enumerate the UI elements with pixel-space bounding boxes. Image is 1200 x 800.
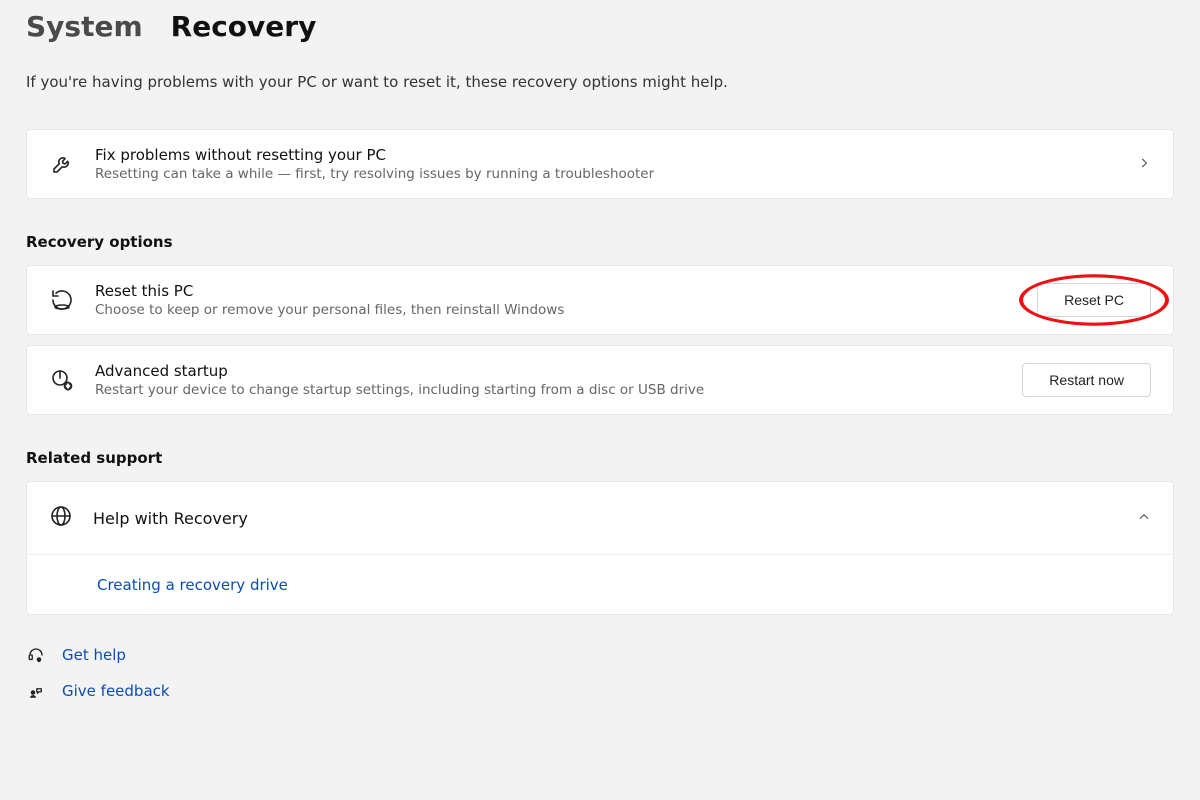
- globe-icon: [49, 504, 73, 532]
- feedback-icon: [26, 681, 46, 701]
- breadcrumb-current: Recovery: [171, 10, 317, 43]
- reset-icon: [49, 287, 75, 313]
- advanced-startup-card: Advanced startup Restart your device to …: [26, 345, 1174, 415]
- restart-now-button[interactable]: Restart now: [1022, 363, 1151, 397]
- breadcrumb-parent[interactable]: System: [26, 10, 143, 43]
- chevron-up-icon: [1137, 509, 1151, 528]
- wrench-icon: [49, 151, 75, 177]
- get-help-row: ? Get help: [26, 645, 1174, 665]
- footer-links: ? Get help Give feedback: [26, 645, 1174, 701]
- headset-icon: ?: [26, 645, 46, 665]
- fix-problems-card[interactable]: Fix problems without resetting your PC R…: [26, 129, 1174, 199]
- help-with-recovery-header[interactable]: Help with Recovery: [27, 482, 1173, 555]
- fix-problems-text: Fix problems without resetting your PC R…: [95, 146, 1117, 182]
- help-with-recovery-title: Help with Recovery: [93, 509, 1117, 528]
- recovery-options-heading: Recovery options: [26, 233, 1174, 251]
- reset-this-pc-desc: Choose to keep or remove your personal f…: [95, 302, 1017, 318]
- give-feedback-row: Give feedback: [26, 681, 1174, 701]
- reset-pc-button[interactable]: Reset PC: [1037, 283, 1151, 317]
- get-help-link[interactable]: Get help: [62, 646, 126, 664]
- give-feedback-link[interactable]: Give feedback: [62, 682, 170, 700]
- chevron-right-icon: [1137, 155, 1151, 174]
- help-with-recovery-block: Help with Recovery Creating a recovery d…: [26, 481, 1174, 615]
- svg-text:?: ?: [38, 658, 40, 662]
- breadcrumb: System Recovery: [26, 10, 1174, 43]
- reset-this-pc-title: Reset this PC: [95, 282, 1017, 300]
- related-support-heading: Related support: [26, 449, 1174, 467]
- help-with-recovery-body: Creating a recovery drive: [27, 555, 1173, 614]
- advanced-startup-desc: Restart your device to change startup se…: [95, 382, 1002, 398]
- fix-problems-title: Fix problems without resetting your PC: [95, 146, 1117, 164]
- advanced-startup-title: Advanced startup: [95, 362, 1002, 380]
- power-gear-icon: [49, 367, 75, 393]
- reset-this-pc-card: Reset this PC Choose to keep or remove y…: [26, 265, 1174, 335]
- creating-recovery-drive-link[interactable]: Creating a recovery drive: [97, 576, 288, 594]
- page-intro: If you're having problems with your PC o…: [26, 73, 1174, 91]
- reset-this-pc-text: Reset this PC Choose to keep or remove y…: [95, 282, 1017, 318]
- fix-problems-desc: Resetting can take a while — first, try …: [95, 166, 1117, 182]
- advanced-startup-text: Advanced startup Restart your device to …: [95, 362, 1002, 398]
- highlight-annotation: Reset PC: [1037, 283, 1151, 317]
